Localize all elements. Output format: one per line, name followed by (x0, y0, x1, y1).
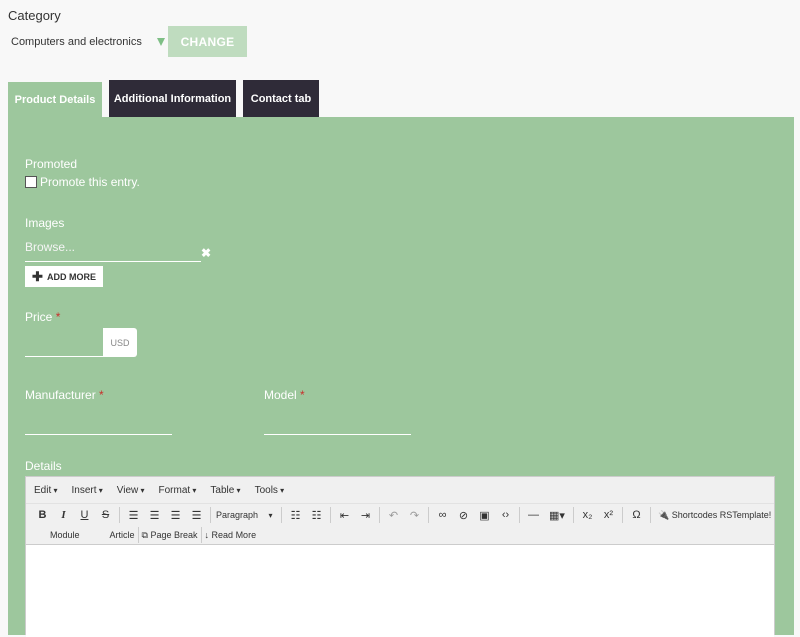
read-more-button[interactable]: ↓ Read More (205, 530, 257, 540)
unlink-icon[interactable]: ⊘ (453, 509, 474, 522)
price-label-text: Price (25, 310, 53, 324)
manufacturer-label: Manufacturer * (25, 388, 104, 402)
subscript-icon[interactable]: x₂ (577, 509, 598, 521)
editor-menubar: Edit Insert View Format Table Tools (26, 477, 774, 504)
change-category-button[interactable]: CHANGE (168, 26, 247, 57)
shortcodes-label: Shortcodes RSTemplate! (671, 509, 772, 520)
required-mark: * (55, 310, 61, 324)
toolbar-divider (119, 507, 120, 523)
images-label: Images (25, 216, 65, 230)
bullet-list-icon[interactable]: ☷ (285, 509, 306, 522)
toolbar-divider (573, 507, 574, 523)
toolbar-divider (210, 507, 211, 523)
strikethrough-icon[interactable]: S (95, 509, 116, 521)
category-label: Category (8, 8, 61, 23)
menu-tools[interactable]: Tools (255, 485, 285, 496)
menu-view[interactable]: View (117, 485, 145, 496)
page-break-button[interactable]: ⧉ Page Break (142, 530, 198, 541)
promote-checkbox[interactable] (25, 176, 37, 188)
plug-icon: 🔌 (658, 509, 670, 520)
category-select[interactable]: Computers and electronics (8, 28, 168, 56)
editor-content-area[interactable] (26, 545, 774, 637)
image-browse-input[interactable]: Browse... (25, 240, 201, 262)
underline-icon[interactable]: U (74, 509, 95, 521)
outdent-icon[interactable]: ⇤ (334, 509, 355, 522)
chevron-down-icon: ▾ (268, 511, 273, 520)
rich-text-editor: Edit Insert View Format Table Tools B I … (25, 476, 775, 637)
browse-placeholder: Browse... (25, 240, 76, 254)
undo-icon[interactable]: ↶ (383, 509, 404, 522)
tab-additional-information[interactable]: Additional Information (109, 80, 236, 117)
menu-insert[interactable]: Insert (71, 485, 102, 496)
align-justify-icon[interactable]: ☰ (186, 509, 207, 522)
page-break-icon: ⧉ (141, 529, 148, 540)
module-button[interactable]: Module (50, 530, 80, 540)
remove-image-icon[interactable]: ✖ (201, 246, 211, 260)
special-character-icon[interactable]: Ω (626, 509, 647, 521)
numbered-list-icon[interactable]: ☷ (306, 509, 327, 522)
format-select-value: Paragraph (216, 510, 259, 520)
italic-icon[interactable]: I (53, 509, 74, 521)
read-more-label: Read More (211, 530, 257, 540)
toolbar-divider (281, 507, 282, 523)
price-label: Price * (25, 310, 60, 324)
toolbar-divider (519, 507, 520, 523)
model-label-text: Model (264, 388, 297, 402)
format-select[interactable]: Paragraph ▾ (214, 510, 278, 520)
table-icon[interactable]: ▦▾ (544, 509, 570, 522)
toolbar-divider (650, 507, 651, 523)
align-left-icon[interactable]: ☰ (123, 509, 144, 522)
manufacturer-label-text: Manufacturer (25, 388, 96, 402)
arrow-down-icon: ↓ (204, 530, 210, 540)
article-button[interactable]: Article (110, 530, 135, 540)
code-icon[interactable]: ‹› (495, 509, 516, 521)
currency-addon: USD (103, 328, 137, 357)
required-mark: * (99, 388, 104, 402)
dropdown-arrow-icon[interactable] (157, 38, 165, 46)
tab-contact[interactable]: Contact tab (243, 80, 319, 117)
add-more-label: ADD MORE (46, 271, 96, 282)
add-more-button[interactable]: ✚ ADD MORE (25, 266, 103, 287)
menu-format[interactable]: Format (159, 485, 197, 496)
category-selected-value: Computers and electronics (11, 36, 142, 48)
align-center-icon[interactable]: ☰ (144, 509, 165, 522)
superscript-icon[interactable]: x² (598, 509, 619, 521)
horizontal-rule-icon[interactable]: — (523, 509, 544, 521)
price-input[interactable] (25, 356, 104, 357)
model-label: Model * (264, 388, 305, 402)
toolbar-divider (330, 507, 331, 523)
align-right-icon[interactable]: ☰ (165, 509, 186, 522)
page-break-label: Page Break (150, 529, 198, 540)
model-input[interactable] (264, 434, 411, 435)
details-label: Details (25, 459, 62, 473)
toolbar-divider (428, 507, 429, 523)
image-icon[interactable]: ▣ (474, 509, 495, 522)
bold-icon[interactable]: B (32, 509, 53, 521)
menu-edit[interactable]: Edit (34, 485, 57, 496)
toolbar-divider (137, 527, 139, 543)
shortcodes-button[interactable]: 🔌 Shortcodes RSTemplate! (658, 510, 771, 521)
plus-icon: ✚ (32, 268, 43, 284)
menu-table[interactable]: Table (210, 485, 240, 496)
promote-checkbox-label[interactable]: Promote this entry. (40, 175, 140, 189)
toolbar-divider (200, 527, 202, 543)
tab-product-details[interactable]: Product Details (8, 82, 102, 117)
link-icon[interactable]: ∞ (432, 509, 453, 521)
redo-icon[interactable]: ↷ (404, 509, 425, 522)
editor-toolbar-secondary: Module Article ⧉ Page Break ↓ Read More (26, 526, 774, 545)
editor-toolbar: B I U S ☰ ☰ ☰ ☰ Paragraph ▾ ☷ ☷ ⇤ ⇥ ↶ ↷ … (26, 504, 774, 526)
required-mark: * (300, 388, 305, 402)
toolbar-divider (622, 507, 623, 523)
manufacturer-input[interactable] (25, 434, 172, 435)
promoted-label: Promoted (25, 157, 78, 171)
toolbar-divider (379, 507, 380, 523)
indent-icon[interactable]: ⇥ (355, 509, 376, 522)
